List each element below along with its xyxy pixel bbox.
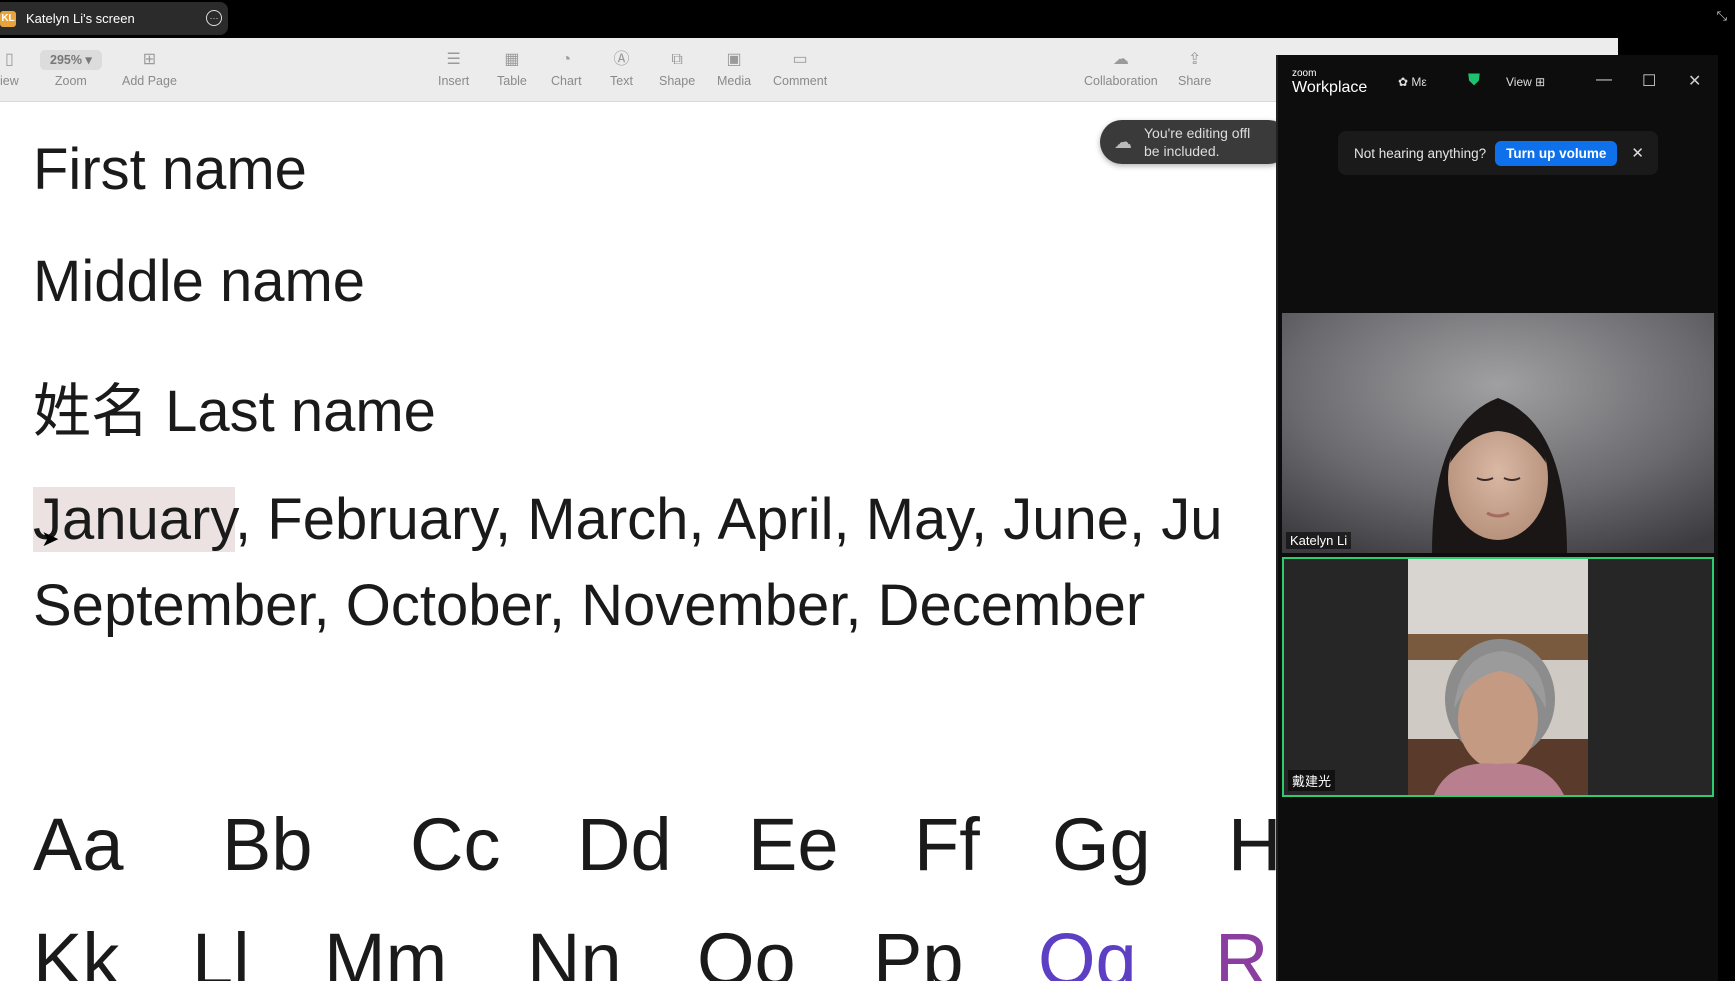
letter-pair: R: [1215, 918, 1269, 981]
view-button[interactable]: ▯ iew: [0, 50, 19, 88]
share-label: Share: [1178, 74, 1212, 88]
video-tile-speaker[interactable]: 戴建光: [1282, 557, 1714, 797]
zoom-logo: zoom Workplace: [1292, 69, 1367, 97]
media-icon: ▣: [726, 51, 742, 68]
letter-pair: Nn: [527, 918, 622, 981]
comment-button[interactable]: ▭ Comment: [773, 50, 827, 88]
security-shield-icon[interactable]: ⛊: [1468, 72, 1480, 90]
cloud-icon: ☁: [1112, 51, 1129, 68]
text-icon: Ⓐ: [613, 51, 630, 68]
participant-name: 戴建光: [1288, 770, 1336, 791]
media-button[interactable]: ▣ Media: [717, 50, 751, 88]
letter-pair: Ll: [192, 918, 250, 981]
months-line-1[interactable]: January, February, March, April, May, Ju…: [33, 486, 1222, 553]
minimize-icon[interactable]: —: [1596, 71, 1612, 89]
participant-name: Katelyn Li: [1286, 532, 1352, 549]
grid-icon: ⊞: [1535, 75, 1546, 89]
notice-close-icon[interactable]: ✕: [1631, 144, 1644, 162]
toast-line-1: You're editing offl: [1144, 125, 1251, 141]
view-label: iew: [0, 74, 19, 88]
letter-pair: Ff: [914, 803, 980, 886]
close-icon[interactable]: ✕: [1688, 71, 1701, 91]
text-button[interactable]: Ⓐ Text: [610, 50, 633, 88]
top-bar: KL Katelyn Li's screen ··· ⤡: [0, 0, 1735, 38]
collaboration-label: Collaboration: [1084, 74, 1158, 88]
zoom-select[interactable]: 295% ▾: [40, 50, 102, 70]
add-page-label: Add Page: [122, 74, 177, 88]
zoom-button[interactable]: 295% ▾ Zoom: [40, 50, 102, 88]
turn-up-volume-button[interactable]: Turn up volume: [1495, 140, 1618, 166]
collaboration-button[interactable]: ☁ Collaboration: [1084, 50, 1158, 88]
share-title: Katelyn Li's screen: [26, 11, 135, 26]
chart-button[interactable]: ◔ Chart: [551, 50, 582, 88]
video-tile-katelyn[interactable]: Katelyn Li: [1282, 313, 1714, 553]
screen-share-tab[interactable]: KL Katelyn Li's screen ···: [0, 2, 228, 35]
participants-icon: ✿: [1398, 75, 1409, 89]
participant-video: [1284, 559, 1712, 795]
offline-editing-toast: ☁ You're editing offl be included.: [1100, 120, 1290, 164]
comment-icon: ▭: [792, 51, 808, 68]
exit-fullscreen-icon[interactable]: ⤡: [1717, 8, 1727, 24]
document-canvas[interactable]: First name Middle name 姓名 Last name Janu…: [0, 102, 1281, 981]
share-button[interactable]: ⇪ Share: [1178, 50, 1211, 88]
zoom-header: zoom Workplace ✿ Mε ⛊ View ⊞ — ☐ ✕: [1278, 55, 1718, 111]
letter-pair: Aa: [33, 803, 124, 886]
notice-text: Not hearing anything?: [1354, 145, 1487, 161]
middle-name-text[interactable]: Middle name: [33, 248, 365, 315]
shape-label: Shape: [659, 74, 696, 88]
table-button[interactable]: ▦ Table: [497, 50, 527, 88]
text-label: Text: [610, 74, 633, 88]
letter-pair: Mm: [324, 918, 448, 981]
months-rest: , February, March, April, May, June, Ju: [235, 487, 1223, 552]
letter-pair: Kk: [33, 918, 120, 981]
letter-pair: Bb: [222, 803, 313, 886]
share-icon: ⇪: [1187, 51, 1202, 68]
selected-word[interactable]: January: [33, 487, 236, 552]
zoom-logo-main: Workplace: [1292, 79, 1368, 96]
meeting-label: Mε: [1411, 75, 1427, 89]
chart-label: Chart: [551, 74, 582, 88]
audio-notice: Not hearing anything? Turn up volume ✕: [1338, 131, 1658, 175]
table-label: Table: [497, 74, 527, 88]
chart-icon: ◔: [561, 51, 572, 68]
first-name-text[interactable]: First name: [33, 136, 307, 203]
more-options-icon[interactable]: ···: [206, 10, 222, 26]
add-page-button[interactable]: ⊞ Add Page: [122, 50, 177, 88]
zoom-logo-small: zoom: [1292, 68, 1317, 79]
view-label: View: [1506, 75, 1532, 89]
participant-video: [1282, 313, 1714, 553]
months-line-2[interactable]: September, October, November, December: [33, 572, 1145, 639]
last-name-text[interactable]: 姓名 Last name: [33, 364, 436, 448]
insert-label: Insert: [438, 74, 470, 88]
cloud-off-icon: ☁: [1114, 131, 1132, 152]
letter-pair: Cc: [410, 803, 501, 886]
letter-pair: Gg: [1052, 803, 1151, 886]
zoom-value: 295%: [50, 53, 82, 67]
insert-button[interactable]: ☰ Insert: [438, 50, 469, 88]
add-page-icon: ⊞: [142, 51, 157, 68]
letter-pair: Ee: [748, 803, 839, 886]
media-label: Media: [717, 74, 752, 88]
toast-line-2: be included.: [1144, 143, 1220, 159]
table-icon: ▦: [504, 51, 520, 68]
sidebar-icon: ▯: [4, 51, 14, 68]
meeting-info-button[interactable]: ✿ Mε: [1398, 75, 1427, 89]
zoom-label: Zoom: [54, 74, 87, 88]
shape-button[interactable]: ⧉ Shape: [659, 50, 695, 88]
letter-pair: Pp: [873, 918, 964, 981]
letter-pair: H: [1228, 803, 1282, 886]
comment-label: Comment: [773, 74, 828, 88]
letter-pair: Dd: [577, 803, 672, 886]
letter-pair: Qq: [1038, 918, 1137, 981]
letter-pair: Oo: [697, 918, 796, 981]
view-menu-button[interactable]: View ⊞: [1506, 75, 1545, 89]
maximize-icon[interactable]: ☐: [1642, 71, 1656, 91]
mouse-cursor-icon: ➤: [41, 526, 60, 551]
avatar: KL: [0, 10, 16, 27]
zoom-window: zoom Workplace ✿ Mε ⛊ View ⊞ — ☐ ✕ Not h…: [1276, 55, 1718, 981]
shape-icon: ⧉: [671, 51, 683, 68]
insert-icon: ☰: [446, 51, 461, 68]
